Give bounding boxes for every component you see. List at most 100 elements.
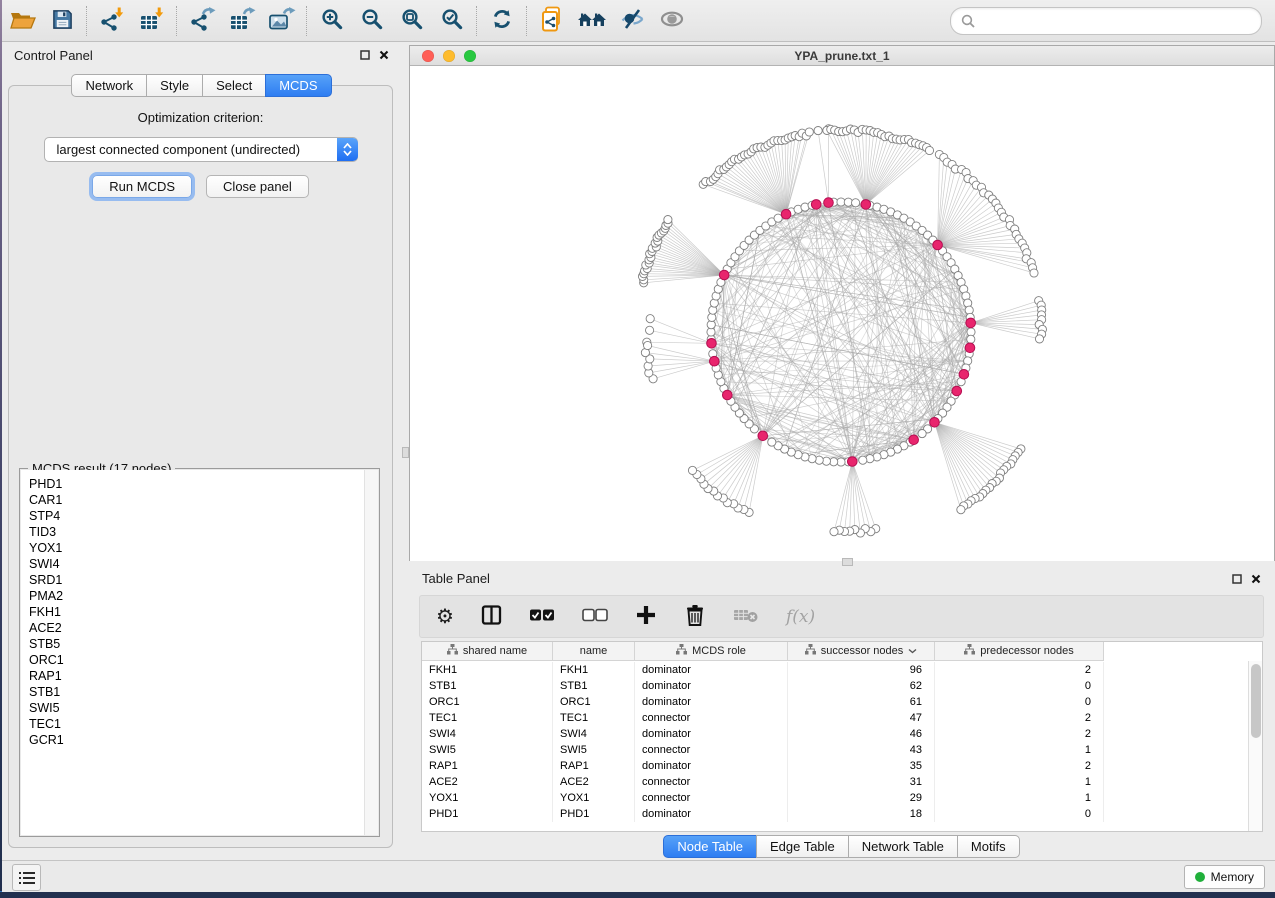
tab-network[interactable]: Network [71, 74, 147, 97]
import-table-button[interactable] [132, 4, 172, 38]
result-node-item[interactable]: YOX1 [29, 540, 378, 556]
result-node-item[interactable]: STB1 [29, 684, 378, 700]
vertical-splitter[interactable] [401, 42, 408, 861]
close-table-panel-icon[interactable] [1251, 574, 1261, 584]
zoom-out-icon [360, 7, 384, 34]
toolbar-separator [306, 6, 308, 36]
table-scrollbar[interactable] [1248, 661, 1262, 831]
create-column-button[interactable] [635, 604, 657, 629]
table-row[interactable]: RAP1RAP1dominator352 [422, 758, 1249, 774]
export-network-button[interactable] [182, 4, 222, 38]
result-node-item[interactable]: ACE2 [29, 620, 378, 636]
cell-shared-name: ORC1 [422, 694, 553, 710]
result-node-item[interactable]: STP4 [29, 508, 378, 524]
zoom-in-button[interactable] [312, 4, 352, 38]
table-row[interactable]: STB1STB1dominator620 [422, 678, 1249, 694]
tab-network-table[interactable]: Network Table [848, 835, 958, 858]
network-view-window: YPA_prune.txt_1 [409, 45, 1275, 561]
cell-shared-name: PHD1 [422, 806, 553, 822]
table-settings-button[interactable]: ⚙ [436, 607, 454, 627]
import-network-button[interactable] [92, 4, 132, 38]
network-graph[interactable] [410, 66, 1274, 561]
cell-shared-name: TEC1 [422, 710, 553, 726]
table-row[interactable]: SWI4SWI4dominator462 [422, 726, 1249, 742]
maximize-window-icon[interactable] [464, 50, 476, 62]
result-scrollbar[interactable] [364, 470, 378, 835]
new-network-from-selection-button[interactable] [532, 4, 572, 38]
minimize-window-icon[interactable] [443, 50, 455, 62]
table-row[interactable]: FKH1FKH1dominator962 [422, 662, 1249, 678]
table-row[interactable]: YOX1YOX1connector291 [422, 790, 1249, 806]
result-node-item[interactable]: PHD1 [29, 476, 378, 492]
export-table-button[interactable] [222, 4, 262, 38]
network-canvas[interactable] [410, 66, 1274, 561]
result-node-item[interactable]: ORC1 [29, 652, 378, 668]
close-panel-icon[interactable] [379, 50, 389, 60]
close-window-icon[interactable] [422, 50, 434, 62]
refresh-button[interactable] [482, 4, 522, 38]
open-session-button[interactable] [2, 4, 42, 38]
memory-button[interactable]: Memory [1184, 865, 1265, 889]
table-row[interactable]: ACE2ACE2connector311 [422, 774, 1249, 790]
search-input[interactable] [981, 12, 1251, 29]
cell-name: SWI5 [553, 742, 635, 758]
column-header-name[interactable]: name [553, 642, 635, 661]
show-all-button[interactable] [652, 4, 692, 38]
zoom-selected-button[interactable] [432, 4, 472, 38]
cell-name: TEC1 [553, 710, 635, 726]
tab-select[interactable]: Select [202, 74, 266, 97]
export-image-button[interactable] [262, 4, 302, 38]
result-node-item[interactable]: CAR1 [29, 492, 378, 508]
eye-show-icon [659, 7, 685, 34]
toggle-panel-button[interactable] [481, 604, 502, 629]
table-row[interactable]: SWI5SWI5connector431 [422, 742, 1249, 758]
zoom-fit-button[interactable] [392, 4, 432, 38]
deselect-all-button[interactable] [582, 608, 608, 625]
column-header-successor-nodes[interactable]: successor nodes [788, 642, 935, 661]
result-node-item[interactable]: STB5 [29, 636, 378, 652]
result-node-item[interactable]: SWI5 [29, 700, 378, 716]
workspace: Control Panel NetworkStyleSelectMCDS Opt… [2, 42, 1275, 861]
tab-style[interactable]: Style [146, 74, 203, 97]
result-node-item[interactable]: SRD1 [29, 572, 378, 588]
column-header-shared-name[interactable]: shared name [422, 642, 553, 661]
zoom-out-button[interactable] [352, 4, 392, 38]
result-node-item[interactable]: GCR1 [29, 732, 378, 748]
first-neighbors-button[interactable] [572, 4, 612, 38]
export-network-icon [189, 7, 216, 35]
cell-successor-nodes: 31 [788, 774, 935, 790]
result-node-item[interactable]: PMA2 [29, 588, 378, 604]
result-node-item[interactable]: SWI4 [29, 556, 378, 572]
result-node-item[interactable]: RAP1 [29, 668, 378, 684]
tab-motifs[interactable]: Motifs [957, 835, 1020, 858]
column-header-MCDS-role[interactable]: MCDS role [635, 642, 788, 661]
tab-node-table[interactable]: Node Table [663, 835, 757, 858]
result-node-item[interactable]: TID3 [29, 524, 378, 540]
float-panel-icon[interactable] [360, 50, 370, 60]
result-node-item[interactable]: FKH1 [29, 604, 378, 620]
column-header-predecessor-nodes[interactable]: predecessor nodes [935, 642, 1104, 661]
column-type-icon [964, 644, 975, 658]
table-row[interactable]: PHD1PHD1dominator180 [422, 806, 1249, 822]
run-mcds-button[interactable]: Run MCDS [92, 175, 192, 198]
mcds-result-list[interactable]: PHD1CAR1STP4TID3YOX1SWI4SRD1PMA2FKH1ACE2… [21, 470, 378, 835]
cell-name: SWI4 [553, 726, 635, 742]
hide-selected-button[interactable] [612, 4, 652, 38]
float-table-panel-icon[interactable] [1232, 574, 1242, 584]
tab-edge-table[interactable]: Edge Table [756, 835, 849, 858]
table-panel-titlebar: Table Panel [408, 566, 1275, 591]
select-all-button[interactable] [529, 608, 555, 625]
tab-mcds[interactable]: MCDS [265, 74, 331, 97]
cell-name: YOX1 [553, 790, 635, 806]
task-history-button[interactable] [12, 864, 41, 891]
table-row[interactable]: ORC1ORC1dominator610 [422, 694, 1249, 710]
save-session-button[interactable] [42, 4, 82, 38]
table-row[interactable]: TEC1TEC1connector472 [422, 710, 1249, 726]
horizontal-splitter[interactable] [842, 558, 853, 566]
criterion-dropdown[interactable]: largest connected component (undirected) [44, 137, 358, 162]
delete-column-button[interactable] [684, 603, 706, 630]
cell-shared-name: SWI4 [422, 726, 553, 742]
close-panel-button[interactable]: Close panel [206, 175, 309, 198]
result-node-item[interactable]: TEC1 [29, 716, 378, 732]
houses-icon [577, 7, 607, 34]
